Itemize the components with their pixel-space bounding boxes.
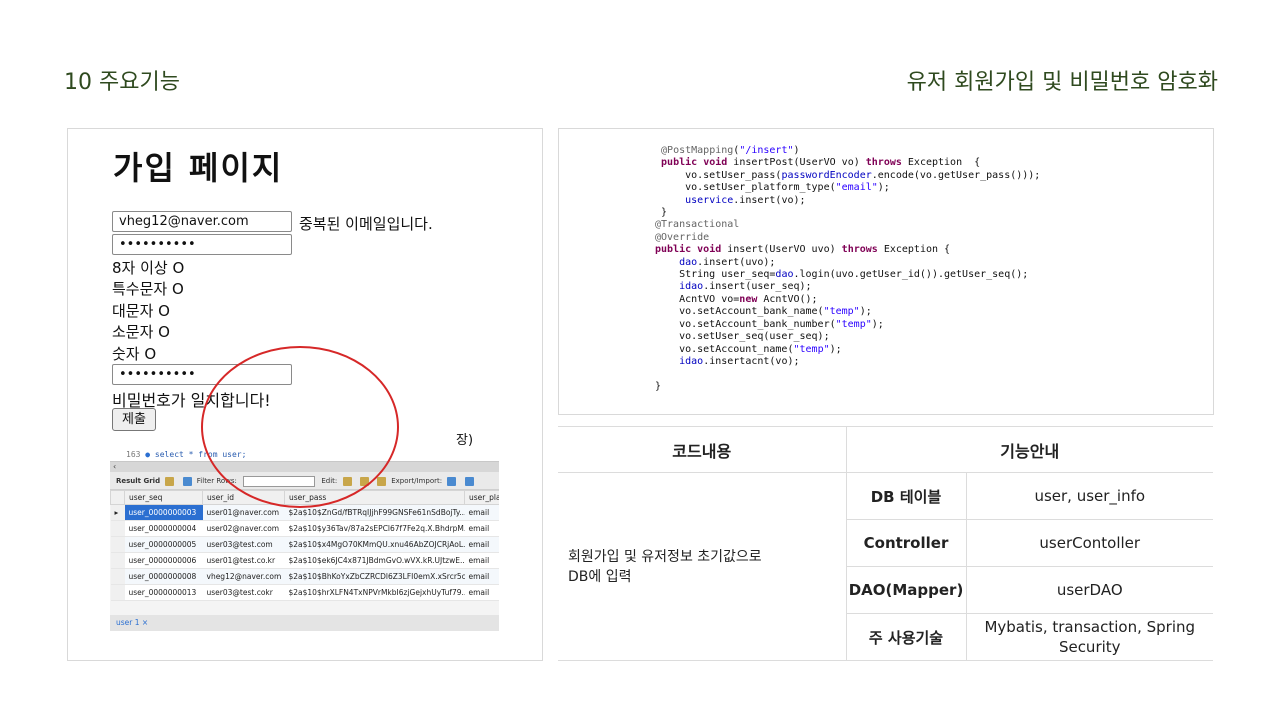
- import-icon[interactable]: [464, 476, 474, 486]
- info-header-row: 코드내용 기능안내: [558, 426, 1213, 473]
- table-cell[interactable]: user03@test.cokr: [202, 584, 285, 601]
- info-label: DB 테이블: [846, 472, 967, 520]
- table-row[interactable]: user_0000000013 user03@test.cokr $2a$10$…: [110, 584, 499, 601]
- table-cell[interactable]: user01@naver.com: [202, 504, 285, 521]
- row-marker: [110, 520, 125, 537]
- code-line: @PostMapping("/insert"): [661, 145, 800, 156]
- code-line: String user_seq=dao.login(uvo.getUser_id…: [655, 269, 1029, 281]
- rule-lowercase: 소문자 O: [112, 323, 170, 341]
- code-line: public void insertPost(UserVO vo) throws…: [661, 157, 981, 169]
- rule-uppercase: 대문자 O: [112, 302, 170, 320]
- refresh-icon[interactable]: [182, 476, 192, 486]
- code-line: idao.insert(user_seq);: [679, 281, 812, 293]
- code-line: @Override: [655, 231, 710, 243]
- table-cell[interactable]: email: [464, 552, 499, 569]
- cropped-text: 장): [456, 433, 474, 448]
- code-line: vo.setUser_pass(passwordEncoder.encode(v…: [655, 169, 1041, 181]
- table-row[interactable]: user_0000000008 vheg12@naver.com $2a$10$…: [110, 568, 499, 585]
- info-label: DAO(Mapper): [846, 566, 967, 614]
- table-cell[interactable]: user01@test.co.kr: [202, 552, 285, 569]
- rule-number: 숫자 O: [112, 345, 157, 363]
- email-duplicate-message: 중복된 이메일입니다.: [299, 215, 433, 233]
- chevron-left-icon[interactable]: ‹: [113, 462, 116, 471]
- code-line: vo.setAccount_bank_name("temp");: [655, 306, 872, 318]
- code-line: dao.insert(uvo);: [679, 256, 776, 268]
- feature-guide-header: 기능안내: [846, 426, 1213, 473]
- table-cell[interactable]: email: [464, 584, 499, 601]
- table-cell[interactable]: email: [464, 520, 499, 537]
- table-cell[interactable]: $2a$10$y36Tav/87a2sEPCl67f7Fe2q.X.BhdrpM…: [284, 520, 465, 537]
- code-line: public void insert(UserVO uvo) throws Ex…: [655, 244, 951, 256]
- email-field[interactable]: vheg12@naver.com: [112, 211, 292, 232]
- table-cell[interactable]: $2a$10$hrXLFN4TxNPVrMkbI6zjGejxhUyTuf79.…: [284, 584, 465, 601]
- code-line: vo.setAccount_bank_number("temp");: [655, 318, 884, 330]
- row-pointer-icon: ▸: [110, 504, 125, 521]
- code-line: }: [655, 380, 662, 392]
- feature-info-table: 코드내용 기능안내 회원가입 및 유저정보 초기값으로 DB에 입력 DB 테이블…: [558, 426, 1213, 661]
- info-label: 주 사용기술: [846, 613, 967, 661]
- code-line: AcntVO vo=new AcntVO();: [655, 293, 818, 305]
- info-value: Mybatis, transaction, Spring Security: [966, 613, 1213, 661]
- info-value: userContoller: [966, 519, 1213, 567]
- info-label: Controller: [846, 519, 967, 567]
- table-cell[interactable]: user_0000000008: [124, 568, 203, 585]
- dot-icon: ●: [145, 450, 155, 459]
- table-cell[interactable]: user02@naver.com: [202, 520, 285, 537]
- section-title: 10 주요기능: [64, 70, 180, 95]
- row-marker-header: [110, 490, 125, 505]
- table-cell[interactable]: user_0000000013: [124, 584, 203, 601]
- table-row[interactable]: user_0000000004 user02@naver.com $2a$10$…: [110, 520, 499, 537]
- code-description: 회원가입 및 유저정보 초기값으로 DB에 입력: [558, 472, 847, 661]
- rule-special: 특수문자 O: [112, 280, 184, 298]
- info-value: userDAO: [966, 566, 1213, 614]
- code-line: vo.setAccount_name("temp");: [655, 343, 842, 355]
- code-line: vo.setUser_seq(user_seq);: [655, 331, 830, 343]
- rule-length: 8자 이상 O: [112, 259, 185, 277]
- table-cell[interactable]: user03@test.com: [202, 536, 285, 553]
- password-field[interactable]: ••••••••••: [112, 234, 292, 255]
- row-marker: [110, 568, 125, 585]
- table-cell[interactable]: vheg12@naver.com: [202, 568, 285, 585]
- grid-icon[interactable]: [165, 476, 175, 486]
- table-cell[interactable]: user_0000000004: [124, 520, 203, 537]
- result-tab[interactable]: user 1 ×: [110, 615, 499, 631]
- table-cell[interactable]: user_0000000006: [124, 552, 203, 569]
- table-cell[interactable]: email: [464, 568, 499, 585]
- delete-row-icon[interactable]: [377, 476, 386, 486]
- code-content-header: 코드내용: [558, 426, 847, 473]
- signup-page-title: 가입 페이지: [113, 149, 284, 187]
- submit-button[interactable]: 제출: [112, 408, 156, 431]
- code-line: idao.insertacnt(vo);: [679, 355, 800, 367]
- table-cell[interactable]: email: [464, 504, 499, 521]
- table-row[interactable]: user_0000000006 user01@test.co.kr $2a$10…: [110, 552, 499, 569]
- annotation-circle: [201, 346, 399, 508]
- slide-topic: 유저 회원가입 및 비밀번호 암호화: [906, 70, 1218, 95]
- code-block: @PostMapping("/insert") public void inse…: [655, 145, 1040, 393]
- table-cell[interactable]: $2a$10$ek6JC4x871JBdmGvO.wVX.kR.UJtzwE..…: [284, 552, 465, 569]
- line-number: 163: [126, 450, 141, 459]
- code-line: }: [655, 207, 668, 219]
- row-marker: [110, 536, 125, 553]
- result-grid-tab[interactable]: Result Grid: [116, 477, 160, 485]
- row-marker: [110, 552, 125, 569]
- code-line: uservice.insert(vo);: [685, 194, 806, 206]
- code-screenshot-panel: @PostMapping("/insert") public void inse…: [558, 128, 1214, 415]
- table-cell[interactable]: $2a$10$x4MgO70KMmQU.xnu46AbZOJCRjAoL...: [284, 536, 465, 553]
- table-cell[interactable]: user_0000000003: [124, 504, 203, 521]
- row-marker: [110, 584, 125, 601]
- code-line: @Transactional: [655, 219, 740, 231]
- export-import-label: Export/Import:: [391, 477, 443, 485]
- table-row[interactable]: user_0000000005 user03@test.com $2a$10$x…: [110, 536, 499, 553]
- info-row: 회원가입 및 유저정보 초기값으로 DB에 입력 DB 테이블 user, use…: [558, 472, 1213, 661]
- column-header[interactable]: user_pla: [464, 490, 499, 505]
- export-icon[interactable]: [447, 476, 457, 486]
- table-cell[interactable]: $2a$10$BhKoYxZbCZRCDl6Z3LFI0emX.xSrcr5c.…: [284, 568, 465, 585]
- info-value: user, user_info: [966, 472, 1213, 520]
- table-cell[interactable]: email: [464, 536, 499, 553]
- code-line: vo.setUser_platform_type("email");: [655, 182, 890, 194]
- column-header[interactable]: user_seq: [124, 490, 203, 505]
- table-cell[interactable]: user_0000000005: [124, 536, 203, 553]
